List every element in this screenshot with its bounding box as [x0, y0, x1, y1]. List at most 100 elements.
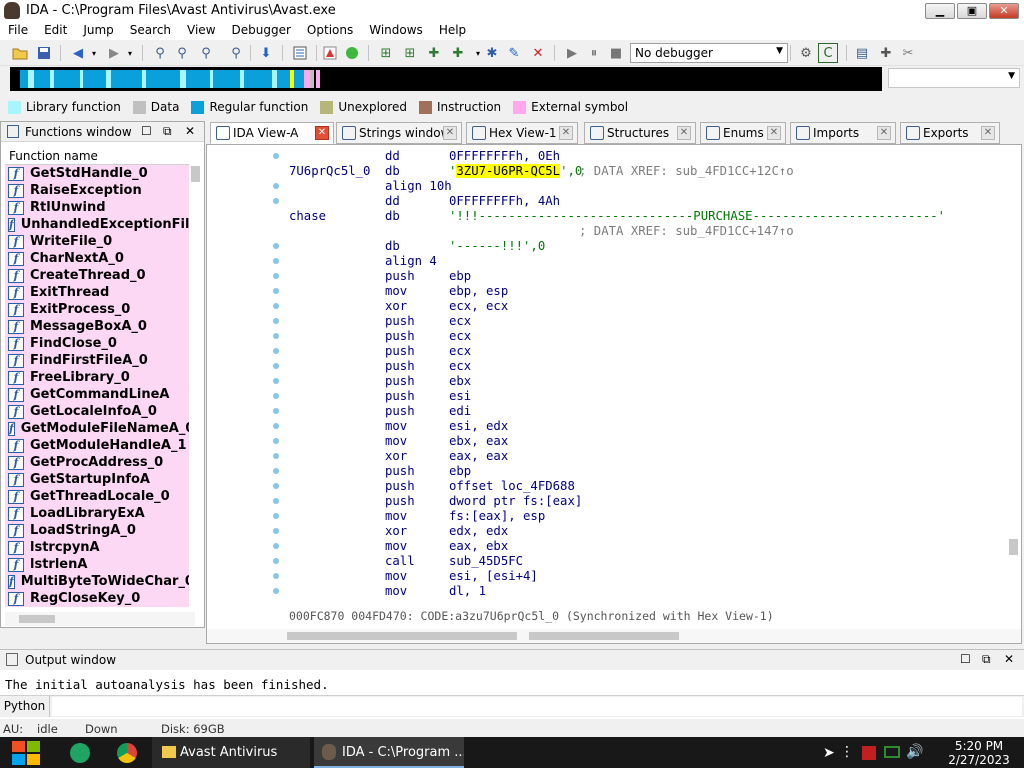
plugin-icon[interactable]: ✚: [876, 43, 896, 63]
close-button[interactable]: ✕: [989, 3, 1019, 19]
function-list-item[interactable]: f FindFirstFileA_0: [5, 352, 189, 369]
disassembly-line[interactable]: chase db '!!!-----------------------------…: [289, 209, 1009, 224]
disassembly-line[interactable]: push ebp: [289, 464, 1009, 479]
disassembly-line[interactable]: push ebx: [289, 374, 1009, 389]
disassembly-line[interactable]: mov ebp, esp: [289, 284, 1009, 299]
menu-jump[interactable]: Jump: [75, 22, 121, 39]
function-list-item[interactable]: f LoadLibraryExA: [5, 505, 189, 522]
disassembly-line[interactable]: push esi: [289, 389, 1009, 404]
function-list-item[interactable]: f FreeLibrary_0: [5, 369, 189, 386]
function-list-item[interactable]: f LoadStringA_0: [5, 522, 189, 539]
tab-imports[interactable]: Imports ✕: [790, 122, 896, 144]
disassembly-line[interactable]: xor edx, edx: [289, 524, 1009, 539]
menu-help[interactable]: Help: [431, 22, 474, 39]
add-structure-icon[interactable]: ⊞: [376, 43, 396, 63]
delete-icon[interactable]: ✕: [528, 43, 548, 63]
tab-close-icon[interactable]: ✕: [315, 126, 329, 140]
green-circle-icon[interactable]: [342, 43, 362, 63]
disassembly-line[interactable]: mov ebx, eax: [289, 434, 1009, 449]
function-list-item[interactable]: f ExitThread: [5, 284, 189, 301]
function-list-item[interactable]: f GetCommandLineA: [5, 386, 189, 403]
output-float-icon[interactable]: ⧉: [982, 652, 991, 667]
function-list-item[interactable]: f CreateThread_0: [5, 267, 189, 284]
tab-close-icon[interactable]: ✕: [443, 126, 457, 140]
add-segment-icon[interactable]: ✚: [448, 43, 468, 63]
tab-close-icon[interactable]: ✕: [877, 126, 891, 140]
output-close-icon[interactable]: ✕: [1004, 652, 1014, 666]
function-list-item[interactable]: f GetStdHandle_0: [5, 165, 189, 182]
disassembly-line[interactable]: dd 0FFFFFFFFh, 4Ah: [289, 194, 1009, 209]
windows-start-icon[interactable]: [12, 739, 42, 767]
menu-windows[interactable]: Windows: [361, 22, 431, 39]
maximize-button[interactable]: ▣: [957, 3, 987, 19]
function-list-item[interactable]: f GetProcAddress_0: [5, 454, 189, 471]
tab-ida-view-a[interactable]: IDA View-A ✕: [210, 122, 334, 144]
search-immediate-icon[interactable]: ⚲: [226, 43, 246, 63]
function-list-item[interactable]: f WriteFile_0: [5, 233, 189, 250]
minimize-button[interactable]: ▁: [925, 3, 955, 19]
menu-edit[interactable]: Edit: [36, 22, 75, 39]
function-list-item[interactable]: f lstrcpynA: [5, 539, 189, 556]
disassembly-listing[interactable]: dd 0FFFFFFFFh, 0Eh 7U6prQc5l_0 db '3ZU7-U6PR…: [289, 145, 1009, 605]
function-list-item[interactable]: f FindClose_0: [5, 335, 189, 352]
panel-float-icon[interactable]: ⧉: [163, 124, 172, 139]
chrome-icon[interactable]: [117, 743, 137, 763]
add-enum-icon[interactable]: ⊞: [400, 43, 420, 63]
disassembly-line[interactable]: push edi: [289, 404, 1009, 419]
disassembly-line[interactable]: push offset loc_4FD688: [289, 479, 1009, 494]
flag-icon[interactable]: [862, 746, 876, 760]
disassembly-line[interactable]: push ecx: [289, 344, 1009, 359]
list-icon[interactable]: [290, 43, 310, 63]
stop-icon[interactable]: ■: [606, 43, 626, 63]
taskbar-ida[interactable]: IDA - C:\Program ...: [314, 737, 464, 768]
debugger-select[interactable]: No debugger ▼: [630, 43, 788, 63]
function-list-item[interactable]: f GetModuleFileNameA_0: [5, 420, 189, 437]
disassembly-line[interactable]: mov fs:[eax], esp: [289, 509, 1009, 524]
function-list-item[interactable]: f ExitProcess_0: [5, 301, 189, 318]
play-icon[interactable]: ▶: [562, 43, 582, 63]
python-input[interactable]: [52, 697, 1022, 716]
menu-options[interactable]: Options: [299, 22, 361, 39]
navigation-select[interactable]: ▼: [888, 68, 1020, 88]
function-list-item[interactable]: f MessageBoxA_0: [5, 318, 189, 335]
menu-file[interactable]: File: [0, 22, 36, 39]
graph-icon[interactable]: [320, 43, 340, 63]
panel-maximize-icon[interactable]: ☐: [141, 124, 152, 138]
disassembly-line[interactable]: call sub_45D5FC: [289, 554, 1009, 569]
menu-debugger[interactable]: Debugger: [224, 22, 299, 39]
taskbar-clock[interactable]: 5:20 PM 2/27/2023: [934, 739, 1024, 767]
tab-hex-view-1[interactable]: Hex View-1 ✕: [466, 122, 578, 144]
function-list-item[interactable]: f MultiByteToWideChar_0: [5, 573, 189, 590]
disassembly-line[interactable]: align 10h: [289, 179, 1009, 194]
pause-icon[interactable]: ⏸: [584, 43, 604, 63]
output-maximize-icon[interactable]: ☐: [960, 652, 971, 666]
search-text-icon[interactable]: ⚲: [172, 43, 192, 63]
function-list-item[interactable]: f GetStartupInfoA: [5, 471, 189, 488]
save-icon[interactable]: [34, 43, 54, 63]
ida-view-disassembly[interactable]: dd 0FFFFFFFFh, 0Eh 7U6prQc5l_0 db '3ZU7-U6PR…: [206, 144, 1022, 644]
tab-strings-window[interactable]: Strings window ✕: [336, 122, 462, 144]
disassembly-line[interactable]: push ebp: [289, 269, 1009, 284]
navigation-band[interactable]: [10, 67, 882, 91]
app-green-icon[interactable]: [70, 743, 90, 763]
disassembly-line[interactable]: align 4: [289, 254, 1009, 269]
open-folder-icon[interactable]: [10, 43, 30, 63]
edit-icon[interactable]: ✎: [504, 43, 524, 63]
volume-icon[interactable]: 🔊: [906, 744, 923, 760]
tab-close-icon[interactable]: ✕: [981, 126, 995, 140]
tab-close-icon[interactable]: ✕: [677, 126, 691, 140]
code-vertical-scrollbar[interactable]: [1009, 539, 1018, 555]
binoculars-icon[interactable]: ⚲: [150, 43, 170, 63]
disassembly-line[interactable]: push ecx: [289, 314, 1009, 329]
tools-icon[interactable]: ✂: [898, 43, 918, 63]
tab-close-icon[interactable]: ✕: [559, 126, 573, 140]
function-list-item[interactable]: f GetLocaleInfoA_0: [5, 403, 189, 420]
function-list-item[interactable]: f GetThreadLocale_0: [5, 488, 189, 505]
disassembly-line[interactable]: mov dl, 1: [289, 584, 1009, 599]
function-list-item[interactable]: f GetModuleHandleA_1: [5, 437, 189, 454]
column-header-function-name[interactable]: Function name: [5, 149, 189, 165]
panel-close-icon[interactable]: ✕: [185, 124, 195, 138]
menu-view[interactable]: View: [179, 22, 223, 39]
function-list-item[interactable]: f RtlUnwind: [5, 199, 189, 216]
functions-vertical-scrollbar[interactable]: [191, 166, 200, 182]
